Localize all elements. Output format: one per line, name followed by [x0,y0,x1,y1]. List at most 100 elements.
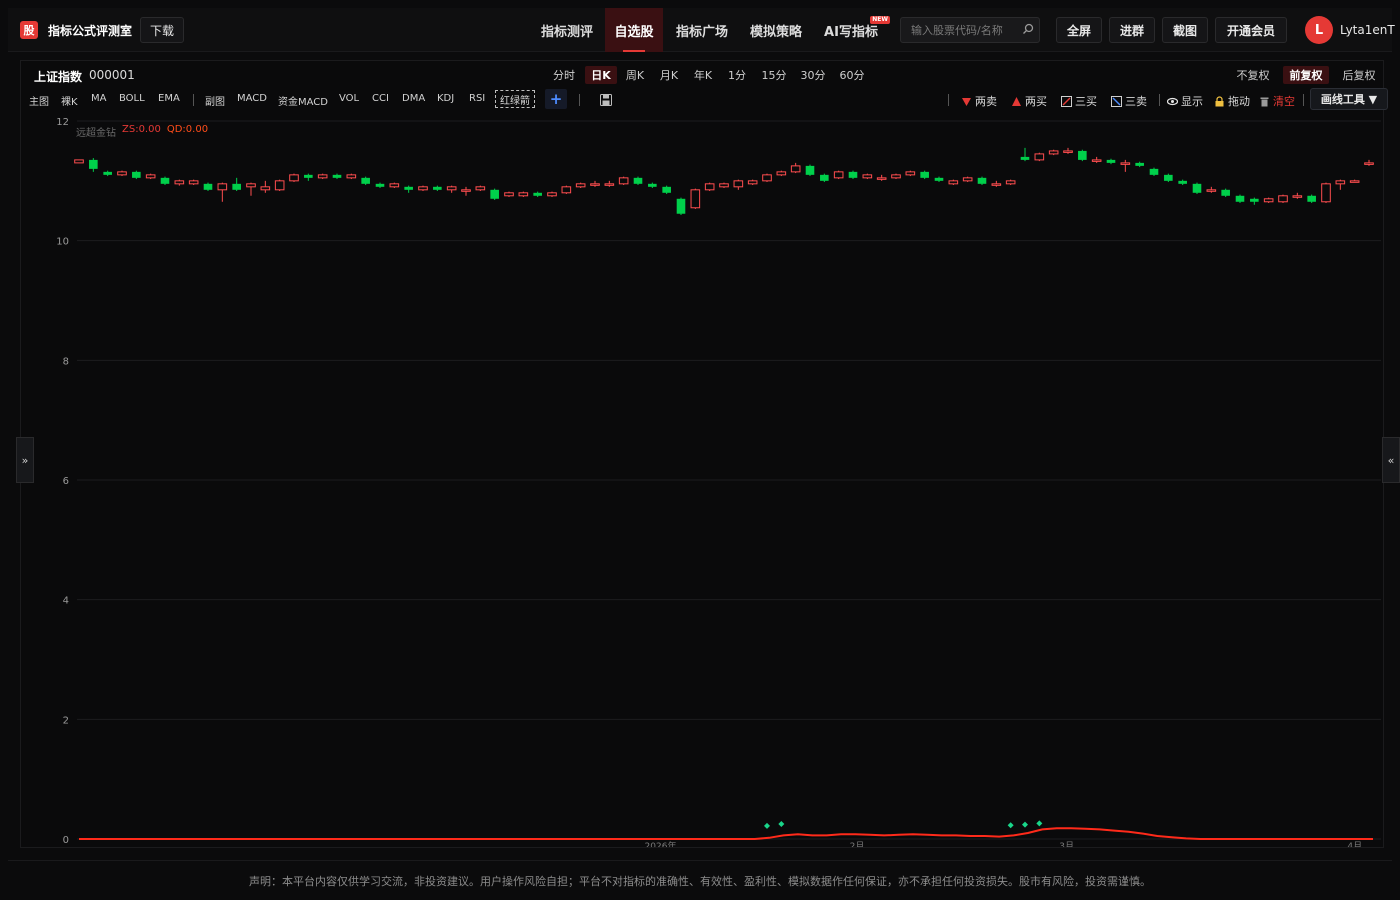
candle-body [1292,195,1303,198]
indicator-ema[interactable]: EMA [158,93,180,104]
candle-body [733,180,744,188]
download-button[interactable]: 下载 [140,17,184,43]
tool-three-buy[interactable]: 三买 [1061,93,1097,109]
tab-indicator-review[interactable]: 指标测评 [530,8,604,52]
candle-body [461,189,471,192]
candle-body [260,186,271,191]
app-logo: 股 [20,21,38,39]
y-tick-label: 2 [63,715,69,726]
candle-body [762,174,772,182]
candle-body [1178,180,1187,184]
candle-body [274,180,285,191]
indicator-line-qd [79,827,1373,840]
tab-indicator-square[interactable]: 指标广场 [668,8,736,52]
indicator-sub-chart[interactable]: 副图 [205,93,225,108]
tool-three-buy-label: 三买 [1075,95,1097,108]
indicator-ma[interactable]: MA [91,93,106,104]
tool-drag[interactable]: 拖动 [1214,93,1250,109]
tool-show[interactable]: 显示 [1167,93,1203,109]
avatar[interactable]: L [1305,16,1333,44]
period-tab-monthly[interactable]: 月K [655,66,683,84]
triangle-up-icon [1012,96,1021,106]
tool-three-sell-label: 三卖 [1125,95,1147,108]
indicator-macd[interactable]: MACD [237,93,267,104]
period-tab-weekly[interactable]: 周K [621,66,649,84]
candle-body [433,186,442,190]
disclaimer-footer: 声明：本平台内容仅供学习交流，非投资建议。用户操作风险自担；平台不对指标的准确性… [8,860,1392,900]
indicator-dma[interactable]: DMA [402,93,425,104]
tool-two-sell[interactable]: 两卖 [961,93,997,109]
x-tick-label: 3月 [1059,841,1074,847]
candle-body [361,177,370,184]
candle-body [1364,162,1374,165]
tab-ai-indicator[interactable]: AI写指标 NEW [816,8,890,52]
stock-search-input[interactable] [900,17,1040,43]
candle-body [490,189,499,199]
candle-body [418,186,428,191]
separator [1159,94,1160,106]
indicator-boll[interactable]: BOLL [119,93,145,104]
adjust-backward[interactable]: 后复权 [1337,66,1381,84]
indicator-rsi[interactable]: RSI [469,93,485,104]
tool-three-sell[interactable]: 三卖 [1111,93,1147,109]
tool-clear[interactable]: 清空 [1259,93,1295,109]
indicator-kdj[interactable]: KDJ [437,93,454,104]
indicator-cci[interactable]: CCI [372,93,389,104]
candle-body [547,192,557,197]
adjust-forward[interactable]: 前复权 [1283,66,1329,84]
indicator-naked-k[interactable]: 裸K [61,93,78,108]
x-tick-label: 4月 [1347,841,1362,847]
signal-diamond [1022,821,1028,828]
candle-body [1149,168,1159,175]
candle-body [446,186,457,191]
tool-two-buy[interactable]: 两买 [1011,93,1047,109]
open-membership-button[interactable]: 开通会员 [1215,17,1287,43]
indicator-fund-macd[interactable]: 资金MACD [278,93,328,108]
candle-body [232,183,241,190]
expand-left-button[interactable]: » [16,437,34,483]
search-icon[interactable] [1021,22,1035,36]
candle-body [820,174,829,181]
candle-body [1192,183,1202,193]
separator [193,94,194,106]
candle-body [1063,150,1073,153]
tab-simulated-strategy[interactable]: 模拟策略 [742,8,810,52]
candle-body [304,174,313,178]
save-icon[interactable] [600,94,612,106]
candle-body [404,186,413,190]
period-tab-yearly[interactable]: 年K [689,66,717,84]
kline-chart[interactable]: 0 2 4 6 8 10 12 2026年 2月 3月 4月 [21,113,1383,847]
candle-body [676,198,686,214]
stock-code: 000001 [89,68,135,82]
username[interactable]: Lyta1enT [1340,23,1395,37]
fullscreen-button[interactable]: 全屏 [1056,17,1102,43]
adjust-none[interactable]: 不复权 [1231,66,1275,84]
candle-body [132,171,141,178]
tab-watchlist[interactable]: 自选股 [605,8,663,52]
candle-body [648,183,657,187]
add-indicator-button[interactable]: + [545,89,567,109]
period-tab-15min[interactable]: 15分 [759,66,789,84]
join-group-button[interactable]: 进群 [1109,17,1155,43]
expand-right-button[interactable]: « [1382,437,1400,483]
candle-body [747,180,758,185]
candle-body [504,192,514,197]
period-tab-30min[interactable]: 30分 [798,66,828,84]
candle-body [833,171,844,179]
y-tick-label: 4 [63,596,69,607]
trash-icon [1260,97,1269,106]
period-tab-daily[interactable]: 日K [585,66,617,84]
drawing-tools-button[interactable]: 画线工具 ▼ [1310,88,1388,110]
screenshot-button[interactable]: 截图 [1162,17,1208,43]
indicator-red-green-arrow[interactable]: 红绿箭 [495,90,535,108]
period-tab-60min[interactable]: 60分 [837,66,867,84]
candle-body [590,183,600,186]
indicator-vol[interactable]: VOL [339,93,359,104]
period-tab-1min[interactable]: 1分 [724,66,750,84]
candle-body [876,177,887,180]
candle-body [1335,180,1346,185]
indicator-main-chart[interactable]: 主图 [29,93,49,108]
candle-body [1321,183,1331,203]
new-badge: NEW [870,16,890,24]
period-tab-intraday[interactable]: 分时 [549,66,579,84]
